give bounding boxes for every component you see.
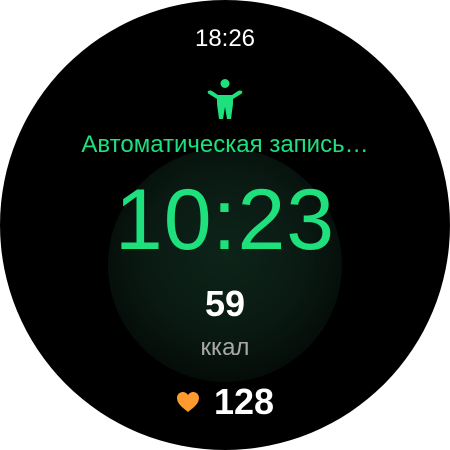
workout-title: Автоматическая запись… — [81, 131, 369, 158]
watch-screen: 18:26 Автоматическая запись… 10:23 59 кк… — [0, 0, 450, 450]
standing-person-icon — [207, 79, 243, 119]
status-time: 18:26 — [194, 25, 256, 52]
heart-icon — [176, 392, 199, 412]
heart-rate-value: 128 — [213, 381, 275, 422]
workout-duration: 10:23 — [114, 172, 336, 268]
heart-rate-row: 128 — [0, 378, 450, 426]
calories-unit: ккал — [200, 334, 250, 361]
calories-value: 59 — [204, 283, 246, 324]
